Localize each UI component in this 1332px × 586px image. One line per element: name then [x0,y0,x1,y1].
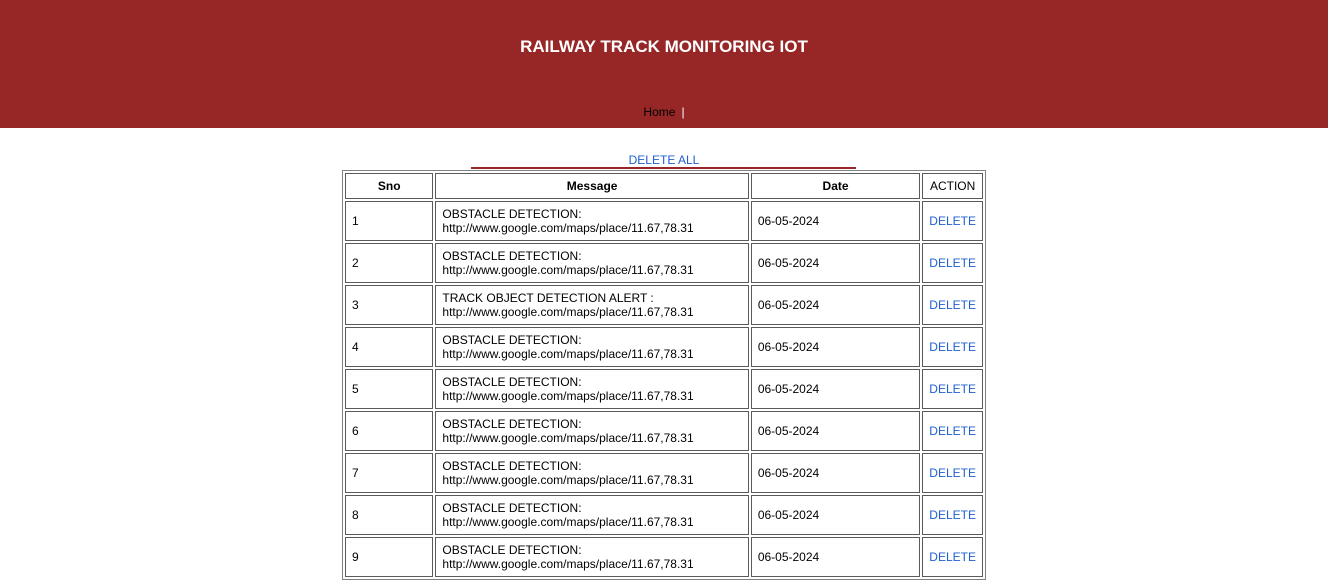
row-date: 06-05-2024 [750,243,921,283]
row-sno: 7 [345,453,434,493]
row-action: DELETE [922,537,983,577]
alerts-table: Sno Message Date ACTION 1 OBSTACLE DETECT… [342,170,986,580]
row-date: 06-05-2024 [750,201,921,241]
row-action: DELETE [922,243,983,283]
message-title: OBSTACLE DETECTION: [442,207,582,221]
row-action: DELETE [922,495,983,535]
row-sno: 1 [345,201,434,241]
message-title: OBSTACLE DETECTION: [442,333,582,347]
message-title: OBSTACLE DETECTION: [442,543,582,557]
nav-separator: | [681,105,685,119]
row-sno: 8 [345,495,434,535]
row-message: OBSTACLE DETECTION: http://www.google.com… [435,201,749,241]
column-header-date: Date [750,173,921,199]
page-title: RAILWAY TRACK MONITORING IOT [520,37,808,56]
row-message: OBSTACLE DETECTION: http://www.google.com… [435,495,749,535]
delete-row-link[interactable]: DELETE [929,466,976,480]
table-row: 5 OBSTACLE DETECTION: http://www.google.co… [345,369,983,409]
message-location-url: http://www.google.com/maps/place/11.67,7… [442,431,694,445]
message-location-url: http://www.google.com/maps/place/11.67,7… [442,221,694,235]
table-row: 3 TRACK OBJECT DETECTION ALERT : http://ww… [345,285,983,325]
row-message: OBSTACLE DETECTION: http://www.google.com… [435,327,749,367]
row-message: TRACK OBJECT DETECTION ALERT : http://www… [435,285,749,325]
message-location-url: http://www.google.com/maps/place/11.67,7… [442,263,694,277]
row-action: DELETE [922,453,983,493]
delete-row-link[interactable]: DELETE [929,256,976,270]
row-date: 06-05-2024 [750,411,921,451]
table-row: 2 OBSTACLE DETECTION: http://www.google.co… [345,243,983,283]
message-title: OBSTACLE DETECTION: [442,417,582,431]
header-banner: RAILWAY TRACK MONITORING IOT Home | [0,0,1328,128]
row-sno: 2 [345,243,434,283]
row-message: OBSTACLE DETECTION: http://www.google.com… [435,411,749,451]
column-header-message: Message [435,173,749,199]
message-location-url: http://www.google.com/maps/place/11.67,7… [442,557,694,571]
message-location-url: http://www.google.com/maps/place/11.67,7… [442,347,694,361]
row-sno: 6 [345,411,434,451]
delete-row-link[interactable]: DELETE [929,298,976,312]
row-message: OBSTACLE DETECTION: http://www.google.com… [435,369,749,409]
delete-row-link[interactable]: DELETE [929,214,976,228]
row-date: 06-05-2024 [750,285,921,325]
row-sno: 3 [345,285,434,325]
message-title: OBSTACLE DETECTION: [442,501,582,515]
table-header-row: Sno Message Date ACTION [345,173,983,199]
row-message: OBSTACLE DETECTION: http://www.google.com… [435,243,749,283]
row-date: 06-05-2024 [750,495,921,535]
delete-row-link[interactable]: DELETE [929,424,976,438]
row-sno: 4 [345,327,434,367]
row-date: 06-05-2024 [750,369,921,409]
row-action: DELETE [922,201,983,241]
message-title: TRACK OBJECT DETECTION ALERT : [442,291,654,305]
row-message: OBSTACLE DETECTION: http://www.google.com… [435,537,749,577]
nav-home-link[interactable]: Home [643,105,675,119]
delete-row-link[interactable]: DELETE [929,508,976,522]
row-sno: 9 [345,537,434,577]
delete-all-link[interactable]: DELETE ALL [629,153,700,167]
table-row: 6 OBSTACLE DETECTION: http://www.google.co… [345,411,983,451]
column-header-sno: Sno [345,173,434,199]
table-row: 4 OBSTACLE DETECTION: http://www.google.co… [345,327,983,367]
row-action: DELETE [922,411,983,451]
row-date: 06-05-2024 [750,537,921,577]
row-date: 06-05-2024 [750,453,921,493]
message-title: OBSTACLE DETECTION: [442,249,582,263]
delete-row-link[interactable]: DELETE [929,340,976,354]
delete-all-container: DELETE ALL [0,153,1328,167]
delete-row-link[interactable]: DELETE [929,550,976,564]
message-title: OBSTACLE DETECTION: [442,375,582,389]
table-row: 1 OBSTACLE DETECTION: http://www.google.co… [345,201,983,241]
row-message: OBSTACLE DETECTION: http://www.google.com… [435,453,749,493]
table-row: 7 OBSTACLE DETECTION: http://www.google.co… [345,453,983,493]
message-title: OBSTACLE DETECTION: [442,459,582,473]
message-location-url: http://www.google.com/maps/place/11.67,7… [442,389,694,403]
nav-bar: Home | [0,105,1328,119]
message-location-url: http://www.google.com/maps/place/11.67,7… [442,515,694,529]
delete-row-link[interactable]: DELETE [929,382,976,396]
table-row: 8 OBSTACLE DETECTION: http://www.google.co… [345,495,983,535]
row-action: DELETE [922,369,983,409]
row-action: DELETE [922,285,983,325]
row-sno: 5 [345,369,434,409]
row-date: 06-05-2024 [750,327,921,367]
table-row: 9 OBSTACLE DETECTION: http://www.google.co… [345,537,983,577]
divider-rule [471,167,856,169]
message-location-url: http://www.google.com/maps/place/11.67,7… [442,305,694,319]
message-location-url: http://www.google.com/maps/place/11.67,7… [442,473,694,487]
row-action: DELETE [922,327,983,367]
column-header-action: ACTION [922,173,983,199]
